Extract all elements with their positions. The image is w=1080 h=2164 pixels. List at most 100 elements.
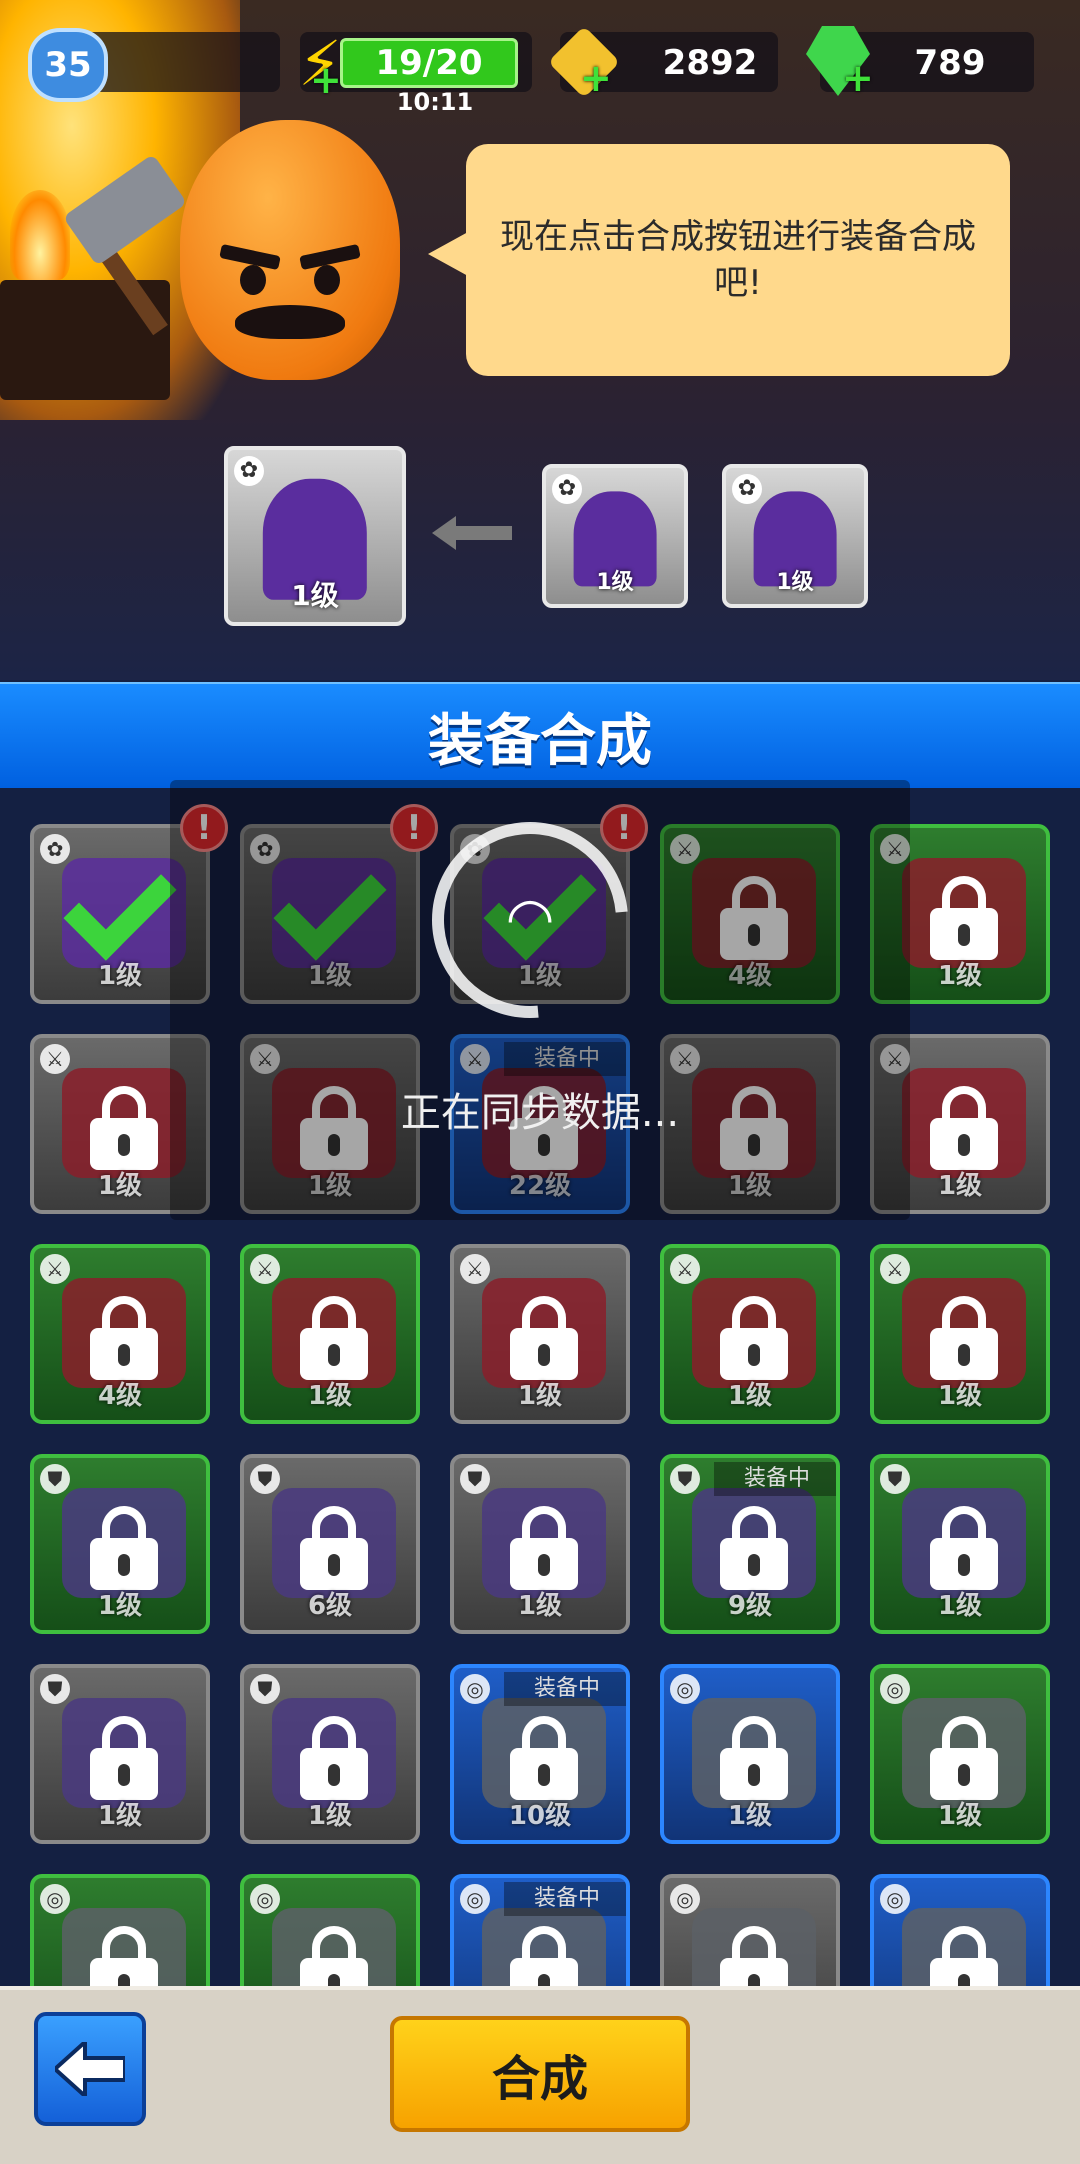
lock-icon bbox=[90, 1716, 158, 1800]
mascot-mustache bbox=[235, 305, 345, 339]
item-level: 1级 bbox=[307, 1381, 353, 1411]
armor-slot-icon: ⛊ bbox=[880, 1464, 910, 1494]
arrow-left-icon bbox=[55, 2042, 125, 2096]
lock-icon bbox=[930, 876, 998, 960]
equipment-slot[interactable]: ⚔ 1级 bbox=[660, 1244, 840, 1424]
merge-button[interactable]: 合成 bbox=[390, 2016, 690, 2132]
item-level: 1级 bbox=[97, 1591, 143, 1621]
equipment-slot[interactable]: ⚔ 1级 bbox=[240, 1244, 420, 1424]
lock-icon bbox=[510, 1296, 578, 1380]
armor-slot-icon: ⛊ bbox=[250, 1674, 280, 1704]
sync-status-text: 正在同步数据... bbox=[400, 1090, 680, 1136]
item-level: 1级 bbox=[307, 1801, 353, 1831]
equipment-slot[interactable]: ⚔ 1级 bbox=[450, 1244, 630, 1424]
player-level-badge[interactable]: 35 bbox=[28, 28, 108, 102]
arrow-left-icon bbox=[432, 516, 512, 550]
back-button[interactable] bbox=[34, 2012, 146, 2126]
lock-icon bbox=[510, 1716, 578, 1800]
merge-result-level: 1级 bbox=[291, 579, 339, 612]
gold-amount: 2892 bbox=[662, 43, 758, 83]
item-level: 1级 bbox=[517, 1381, 563, 1411]
lock-icon bbox=[510, 1506, 578, 1590]
merge-button-label: 合成 bbox=[491, 2051, 588, 2107]
equipped-badge: 装备中 bbox=[714, 1462, 836, 1496]
equipment-slot[interactable]: ⛊ 1级 bbox=[30, 1454, 210, 1634]
lock-icon bbox=[300, 1296, 368, 1380]
equipment-slot[interactable]: ⛊ 1级 bbox=[450, 1454, 630, 1634]
item-level: 9级 bbox=[727, 1591, 773, 1621]
equipment-slot[interactable]: ◎ bbox=[660, 1874, 840, 1986]
equipment-slot[interactable]: ⛊ 6级 bbox=[240, 1454, 420, 1634]
weapon-slot-icon: ⚔ bbox=[40, 1254, 70, 1284]
weapon-slot-icon: ⚔ bbox=[880, 1254, 910, 1284]
weapon-slot-icon: ⚔ bbox=[250, 1254, 280, 1284]
equipment-slot[interactable]: ◎ bbox=[240, 1874, 420, 1986]
lock-icon bbox=[90, 1086, 158, 1170]
ring-slot-icon: ◎ bbox=[880, 1674, 910, 1704]
lock-icon bbox=[90, 1926, 158, 1986]
blacksmith-mascot bbox=[180, 120, 400, 380]
lock-icon bbox=[720, 1296, 788, 1380]
item-level: 6级 bbox=[307, 1591, 353, 1621]
gem-amount: 789 bbox=[914, 43, 986, 83]
player-level: 35 bbox=[44, 45, 92, 85]
lock-icon bbox=[300, 1506, 368, 1590]
lock-icon bbox=[720, 1926, 788, 1986]
armor-slot-icon: ⛊ bbox=[40, 1464, 70, 1494]
lock-icon bbox=[300, 1716, 368, 1800]
item-level: 1级 bbox=[937, 1381, 983, 1411]
mascot-right-eye bbox=[314, 265, 340, 295]
ring-slot-icon: ◎ bbox=[460, 1884, 490, 1914]
weapon-slot-icon: ⚔ bbox=[670, 1254, 700, 1284]
tutorial-message: 现在点击合成按钮进行装备合成吧! bbox=[500, 217, 976, 303]
armor-slot-icon: ⛊ bbox=[460, 1464, 490, 1494]
item-level: 1级 bbox=[517, 1591, 563, 1621]
lock-icon bbox=[930, 1086, 998, 1170]
lock-icon bbox=[720, 1716, 788, 1800]
energy-timer: 10:11 bbox=[396, 88, 474, 116]
ring-slot-icon: ◎ bbox=[250, 1884, 280, 1914]
item-level: 10级 bbox=[508, 1801, 572, 1831]
sync-overlay: ◠ 正在同步数据... bbox=[170, 780, 910, 1220]
top-hud: 35 19/20 ⚡ + 10:11 + 2892 + 789 bbox=[0, 20, 1080, 116]
energy-bar[interactable]: 19/20 bbox=[340, 38, 518, 88]
mascot-left-eye bbox=[240, 265, 266, 295]
equipment-slot[interactable]: ⚔ 1级 bbox=[870, 1244, 1050, 1424]
lock-icon bbox=[90, 1296, 158, 1380]
item-level: 1级 bbox=[727, 1381, 773, 1411]
equipment-slot[interactable]: ⛊ 1级 bbox=[240, 1664, 420, 1844]
equipment-slot[interactable]: ◎ bbox=[30, 1874, 210, 1986]
equipment-slot[interactable]: ◎ 装备中 bbox=[450, 1874, 630, 1986]
equipment-slot[interactable]: ⚔ 4级 bbox=[30, 1244, 210, 1424]
add-energy-icon[interactable]: + bbox=[310, 58, 342, 102]
add-gem-icon[interactable]: + bbox=[842, 56, 874, 100]
lock-icon bbox=[930, 1506, 998, 1590]
equipment-slot[interactable]: ⛊ 1级 bbox=[30, 1664, 210, 1844]
armor-slot-icon: ⛊ bbox=[250, 1464, 280, 1494]
equipped-badge: 装备中 bbox=[504, 1672, 626, 1706]
ring-slot-icon: ◎ bbox=[460, 1674, 490, 1704]
paw-icon: ✿ bbox=[552, 474, 582, 504]
armor-slot-icon: ⛊ bbox=[40, 1674, 70, 1704]
equipment-slot[interactable]: ◎ 1级 bbox=[660, 1664, 840, 1844]
add-gold-icon[interactable]: + bbox=[580, 56, 612, 100]
item-level: 1级 bbox=[97, 1801, 143, 1831]
equipment-slot[interactable]: ⛊ 装备中 9级 bbox=[660, 1454, 840, 1634]
equipment-slot[interactable]: ◎ 1级 bbox=[870, 1664, 1050, 1844]
lock-icon bbox=[300, 1926, 368, 1986]
lock-icon bbox=[930, 1296, 998, 1380]
ring-slot-icon: ◎ bbox=[40, 1884, 70, 1914]
equipment-slot[interactable]: ◎ bbox=[870, 1874, 1050, 1986]
equipment-slot[interactable]: ◎ 装备中 10级 bbox=[450, 1664, 630, 1844]
equipment-slot[interactable]: ⛊ 1级 bbox=[870, 1454, 1050, 1634]
lock-icon bbox=[720, 1506, 788, 1590]
ring-slot-icon: ◎ bbox=[880, 1884, 910, 1914]
ring-slot-icon: ◎ bbox=[670, 1674, 700, 1704]
merge-result-slot[interactable]: ✿ 1级 bbox=[224, 446, 406, 626]
merge-input-slot-1[interactable]: ✿ 1级 bbox=[542, 464, 688, 608]
armor-slot-icon: ⛊ bbox=[670, 1464, 700, 1494]
lock-icon bbox=[510, 1926, 578, 1986]
merge-input-slot-2[interactable]: ✿ 1级 bbox=[722, 464, 868, 608]
paw-icon: ✿ bbox=[234, 456, 264, 486]
ring-slot-icon: ◎ bbox=[670, 1884, 700, 1914]
